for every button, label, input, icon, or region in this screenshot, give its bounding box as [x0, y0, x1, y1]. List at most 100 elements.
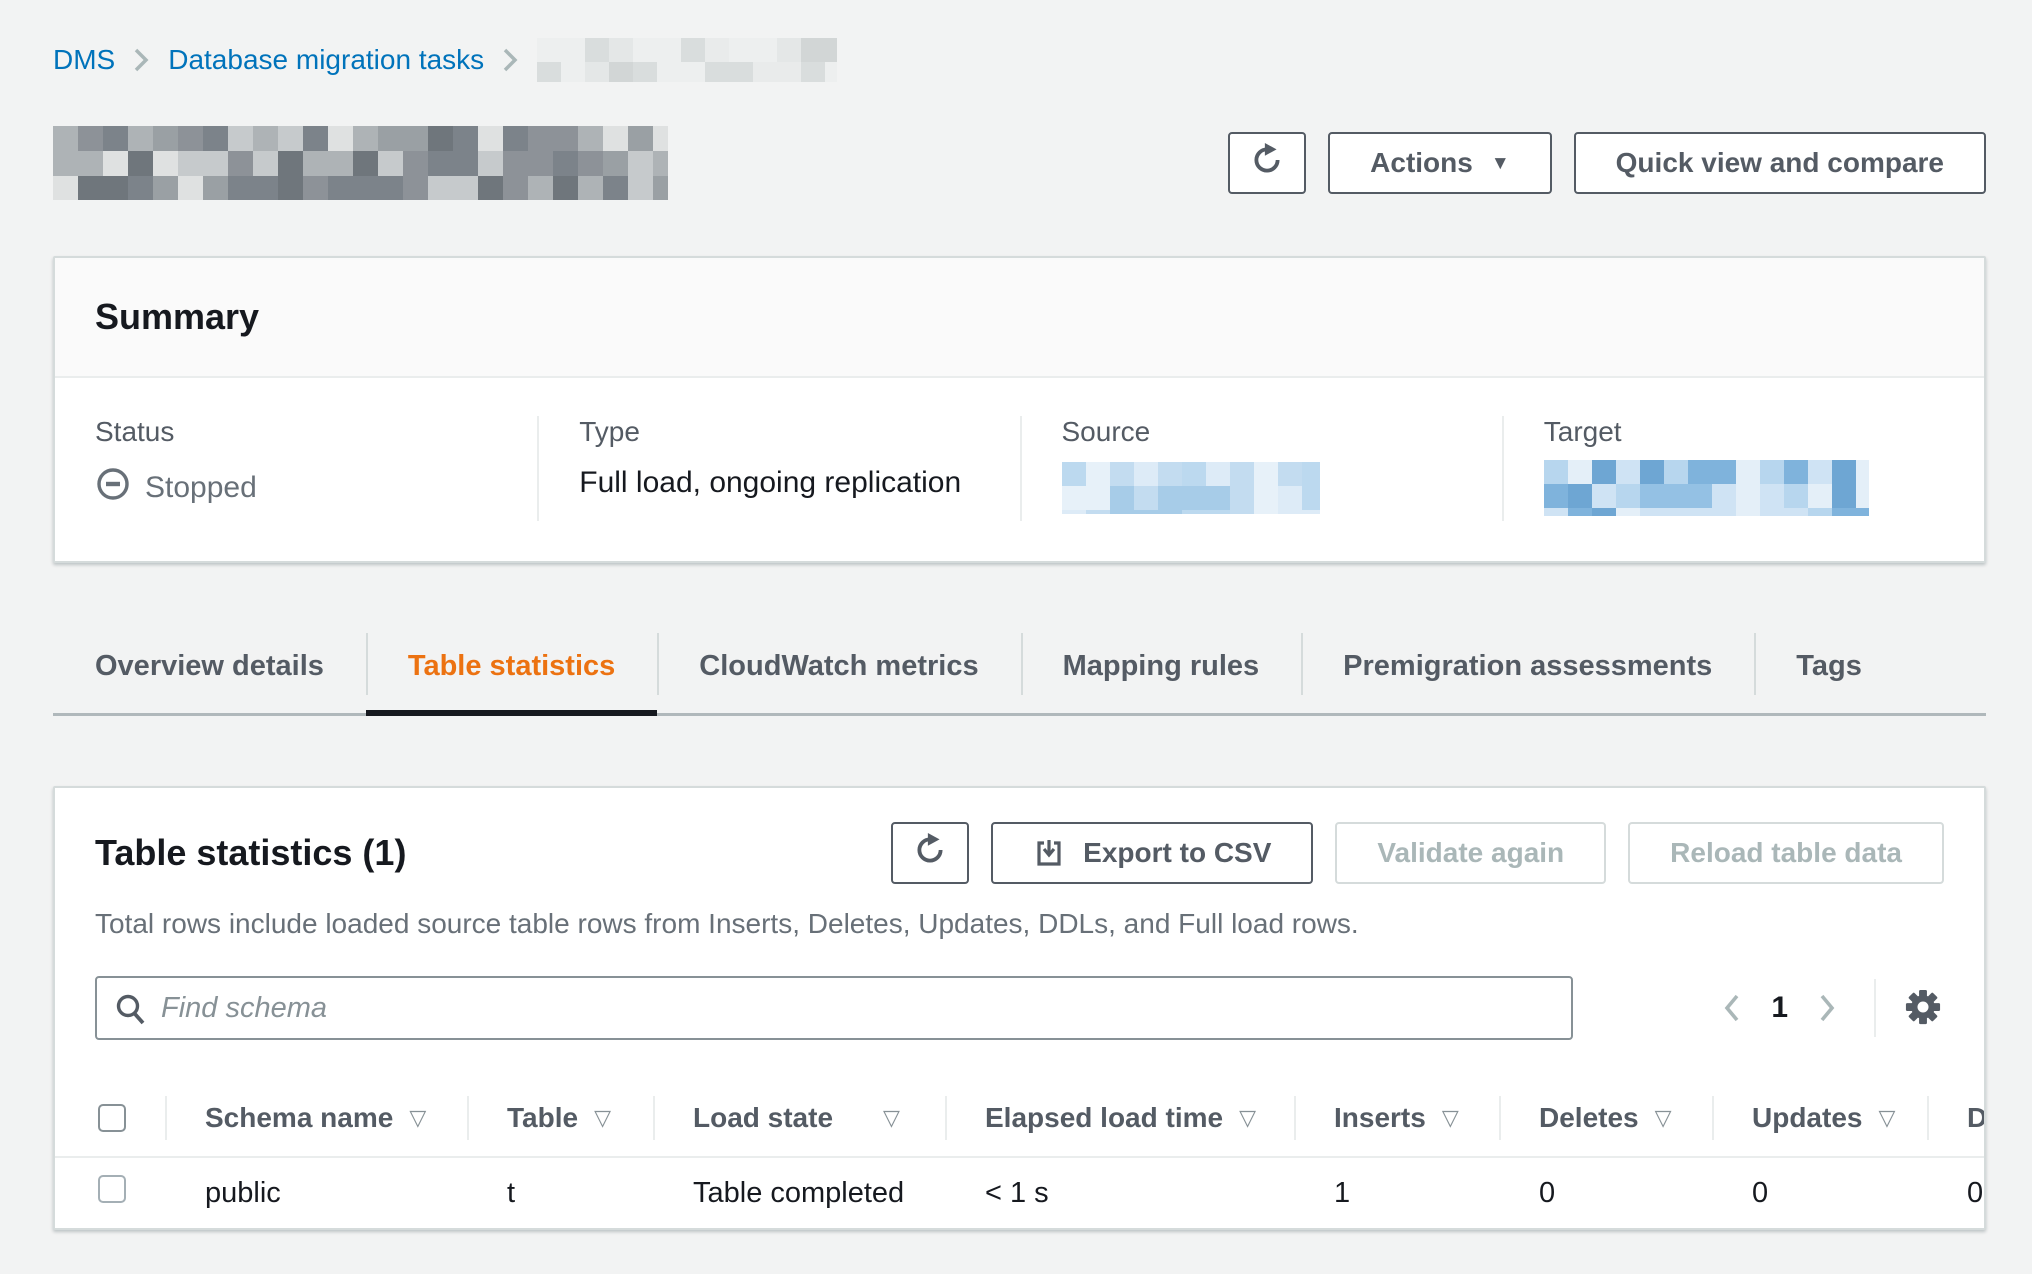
export-to-csv-button[interactable]: Export to CSV: [991, 822, 1313, 884]
pagination: 1: [1711, 979, 1944, 1037]
table-statistics-description: Total rows include loaded source table r…: [95, 904, 1944, 944]
summary-field-type: Type Full load, ongoing replication: [537, 416, 1019, 521]
type-label: Type: [579, 416, 979, 448]
actions-label: Actions: [1370, 147, 1473, 179]
chevron-right-icon: [502, 45, 519, 75]
caret-down-icon: ▼: [1491, 154, 1510, 173]
summary-title: Summary: [95, 296, 1944, 338]
status-text: Stopped: [145, 471, 257, 505]
summary-field-source: Source: [1020, 416, 1502, 521]
page-content: DMS Database migration tasks Actions ▼ Q…: [53, 0, 1986, 1230]
column-header-schema-name[interactable]: Schema name ▽: [165, 1080, 467, 1156]
sort-icon: ▽: [1239, 1105, 1256, 1131]
column-header-deletes[interactable]: Deletes ▽: [1499, 1080, 1712, 1156]
column-label: DDLs: [1967, 1102, 1984, 1134]
breadcrumb-current-redacted: [537, 38, 837, 82]
tab-table-statistics[interactable]: Table statistics: [366, 623, 657, 713]
status-value: Stopped: [95, 466, 497, 510]
refresh-icon: [1250, 143, 1284, 184]
page-header: Actions ▼ Quick view and compare: [53, 126, 1986, 200]
stopped-icon: [95, 466, 131, 510]
tab-bar: Overview details Table statistics CloudW…: [53, 623, 1986, 716]
source-label: Source: [1062, 416, 1462, 448]
sort-icon: ▽: [409, 1105, 426, 1131]
summary-panel-header: Summary: [55, 258, 1984, 378]
summary-field-status: Status Stopped: [55, 416, 537, 521]
cell-updates: 0: [1712, 1177, 1927, 1210]
table-controls: 1: [95, 976, 1944, 1040]
column-header-updates[interactable]: Updates ▽: [1712, 1080, 1927, 1156]
status-label: Status: [95, 416, 497, 448]
table-statistics-title: Table statistics (1): [95, 832, 406, 874]
quick-view-compare-button[interactable]: Quick view and compare: [1574, 132, 1986, 194]
sort-icon: ▽: [883, 1105, 900, 1131]
column-header-elapsed-load-time[interactable]: Elapsed load time ▽: [945, 1080, 1294, 1156]
cell-load-state: Table completed: [653, 1177, 945, 1210]
schema-search: [95, 976, 1573, 1040]
export-label: Export to CSV: [1083, 837, 1271, 869]
column-label: Updates: [1752, 1102, 1862, 1134]
table-header-row: Schema name ▽ Table ▽ Load state ▽ Elaps…: [55, 1080, 1984, 1158]
tab-overview-details[interactable]: Overview details: [53, 623, 366, 713]
breadcrumb-link-tasks[interactable]: Database migration tasks: [168, 44, 484, 76]
sort-icon: ▽: [1878, 1105, 1895, 1131]
column-header-load-state[interactable]: Load state ▽: [653, 1080, 945, 1156]
tab-tags[interactable]: Tags: [1754, 623, 1904, 713]
tab-cloudwatch-metrics[interactable]: CloudWatch metrics: [657, 623, 1020, 713]
cell-ddls: 0: [1927, 1177, 1984, 1210]
tab-mapping-rules[interactable]: Mapping rules: [1021, 623, 1302, 713]
table-statistics-panel: Table statistics (1) Export to CSV: [53, 786, 1986, 1230]
sort-icon: ▽: [1442, 1105, 1459, 1131]
row-checkbox[interactable]: [98, 1175, 126, 1203]
column-label: Elapsed load time: [985, 1102, 1223, 1134]
validate-again-button[interactable]: Validate again: [1335, 822, 1606, 884]
download-icon: [1033, 837, 1065, 869]
type-value: Full load, ongoing replication: [579, 466, 979, 500]
cell-deletes: 0: [1499, 1177, 1712, 1210]
cell-schema-name: public: [165, 1177, 467, 1210]
sort-icon: ▽: [1655, 1105, 1672, 1131]
column-label: Load state: [693, 1102, 833, 1134]
column-header-ddls[interactable]: DDLs ▽: [1927, 1080, 1984, 1156]
select-all-checkbox[interactable]: [98, 1104, 126, 1132]
cell-table: t: [467, 1177, 653, 1210]
pagination-divider: [1874, 979, 1876, 1037]
next-page-button[interactable]: [1806, 991, 1848, 1025]
gear-icon: [1902, 986, 1944, 1031]
table-statistics-header: Table statistics (1) Export to CSV: [55, 788, 1984, 1040]
header-toolbar: Actions ▼ Quick view and compare: [1228, 132, 1986, 194]
tab-premigration-assessments[interactable]: Premigration assessments: [1301, 623, 1754, 713]
validate-label: Validate again: [1377, 837, 1564, 869]
select-all-cell: [55, 1080, 165, 1156]
settings-gear-button[interactable]: [1902, 986, 1944, 1031]
reload-table-data-button[interactable]: Reload table data: [1628, 822, 1944, 884]
table-statistics-actions: Export to CSV Validate again Reload tabl…: [891, 822, 1944, 884]
column-header-inserts[interactable]: Inserts ▽: [1294, 1080, 1499, 1156]
breadcrumb-link-dms[interactable]: DMS: [53, 44, 115, 76]
page-number[interactable]: 1: [1753, 991, 1806, 1025]
table-refresh-button[interactable]: [891, 822, 969, 884]
summary-field-target: Target: [1502, 416, 1984, 521]
refresh-button[interactable]: [1228, 132, 1306, 194]
source-endpoint-link-redacted[interactable]: [1062, 462, 1320, 514]
target-endpoint-link-redacted[interactable]: [1544, 460, 1869, 516]
previous-page-button[interactable]: [1711, 991, 1753, 1025]
cell-inserts: 1: [1294, 1177, 1499, 1210]
actions-button[interactable]: Actions ▼: [1328, 132, 1552, 194]
quick-view-label: Quick view and compare: [1616, 147, 1944, 179]
table-row: public t Table completed < 1 s 1 0 0 0: [55, 1158, 1984, 1228]
reload-label: Reload table data: [1670, 837, 1902, 869]
table-statistics-table: Schema name ▽ Table ▽ Load state ▽ Elaps…: [55, 1080, 1984, 1228]
breadcrumb: DMS Database migration tasks: [53, 0, 1986, 82]
column-label: Schema name: [205, 1102, 393, 1134]
summary-grid: Status Stopped Type Full load, ongoing r…: [55, 378, 1984, 561]
column-label: Deletes: [1539, 1102, 1639, 1134]
summary-panel: Summary Status Stopped Type Full load, o…: [53, 256, 1986, 563]
page-title-redacted: [53, 126, 668, 200]
find-schema-input[interactable]: [95, 976, 1573, 1040]
target-label: Target: [1544, 416, 1944, 448]
sort-icon: ▽: [594, 1105, 611, 1131]
column-label: Inserts: [1334, 1102, 1426, 1134]
column-header-table[interactable]: Table ▽: [467, 1080, 653, 1156]
row-select-cell: [55, 1175, 165, 1211]
